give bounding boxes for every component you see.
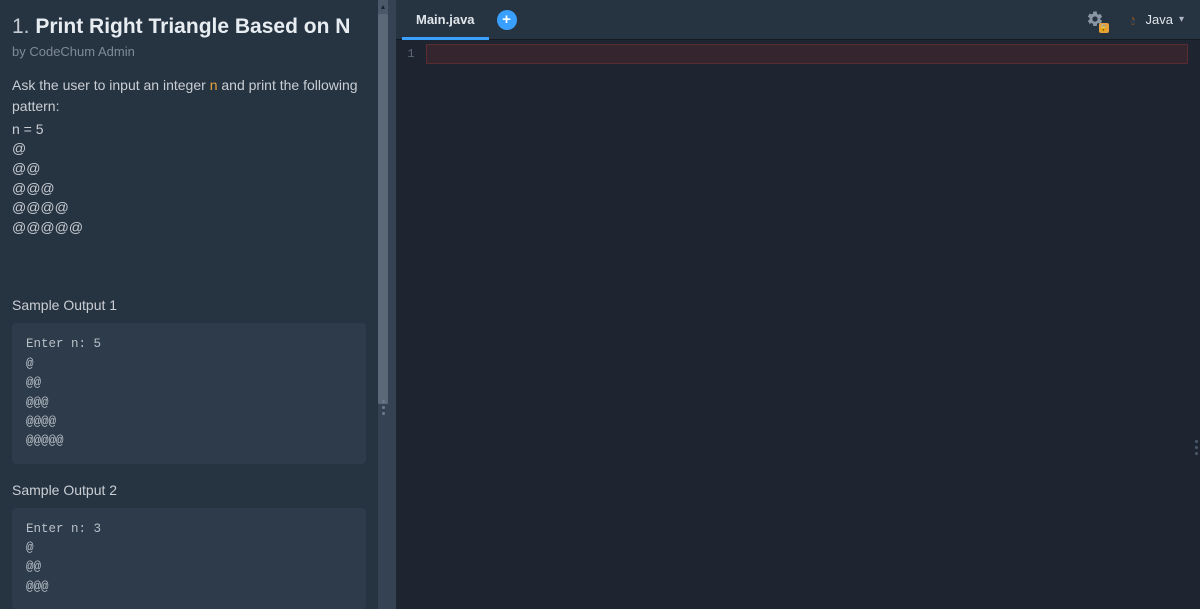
add-tab-button[interactable]: + [497, 10, 517, 30]
scroll-up-button[interactable]: ▲ [378, 0, 388, 14]
sample-output-1-box: Enter n: 5 @ @@ @@@ @@@@ @@@@@ [12, 323, 366, 463]
app-root: 1. Print Right Triangle Based on N by Co… [0, 0, 1200, 609]
language-label: Java [1146, 12, 1173, 27]
sample-output-1-label: Sample Output 1 [12, 297, 366, 313]
settings-button[interactable]: 🔒 [1086, 10, 1106, 30]
scrollbar-track[interactable]: ▲ [378, 0, 388, 609]
tab-main-java[interactable]: Main.java [402, 0, 489, 39]
current-line-highlight [426, 44, 1188, 64]
problem-description: Ask the user to input an integer n and p… [12, 75, 366, 116]
problem-panel: 1. Print Right Triangle Based on N by Co… [0, 0, 378, 609]
drag-handle-icon[interactable] [382, 400, 385, 415]
code-editor[interactable]: 1 [396, 40, 1200, 609]
language-select[interactable]: Java ▾ [1118, 8, 1193, 31]
problem-title-text: Print Right Triangle Based on N [35, 15, 350, 38]
problem-author: by CodeChum Admin [12, 44, 366, 59]
plus-icon: + [502, 12, 511, 27]
editor-panel: Main.java + 🔒 Java ▾ [396, 0, 1200, 609]
lock-badge-icon: 🔒 [1099, 23, 1109, 33]
sample-output-2-label: Sample Output 2 [12, 482, 366, 498]
java-icon [1126, 13, 1140, 27]
tab-bar: Main.java + 🔒 Java ▾ [396, 0, 1200, 40]
panel-divider[interactable]: ▲ [378, 0, 396, 609]
problem-title: 1. Print Right Triangle Based on N [12, 14, 366, 40]
tabbar-right: 🔒 Java ▾ [1086, 0, 1193, 39]
line-number: 1 [396, 44, 426, 64]
pattern-block: n = 5 @ @@ @@@ @@@@ @@@@@ [12, 120, 366, 238]
sample-output-2-box: Enter n: 3 @ @@ @@@ [12, 508, 366, 609]
code-area[interactable] [426, 40, 1200, 609]
chevron-down-icon: ▾ [1179, 14, 1184, 25]
scrollbar-thumb[interactable] [378, 14, 388, 404]
right-drag-handle-icon[interactable] [1195, 440, 1198, 455]
line-gutter: 1 [396, 40, 426, 609]
problem-number: 1. [12, 15, 30, 38]
